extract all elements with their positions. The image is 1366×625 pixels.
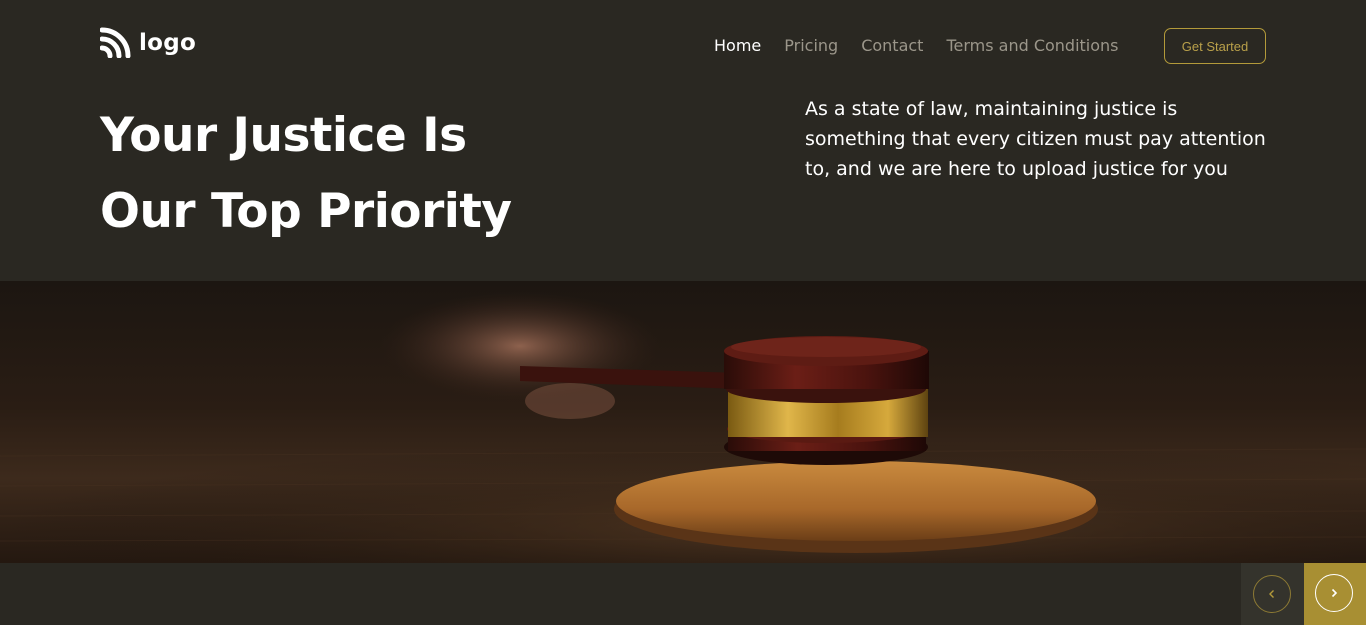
logo[interactable]: logo <box>100 27 196 58</box>
headline-line-2: Our Top Priority <box>100 184 512 239</box>
hero-gavel-image <box>0 281 1366 563</box>
hero-headline: Your Justice Is Our Top Priority <box>100 98 660 250</box>
chevron-right-icon <box>1331 588 1338 598</box>
nav-item-home[interactable]: Home <box>714 36 761 55</box>
nav-item-contact[interactable]: Contact <box>861 36 923 55</box>
get-started-button[interactable]: Get Started <box>1164 28 1266 64</box>
hero-description: As a state of law, maintaining justice i… <box>805 98 1266 180</box>
nav-item-terms[interactable]: Terms and Conditions <box>946 36 1118 55</box>
nav-item-pricing[interactable]: Pricing <box>784 36 838 55</box>
rss-logo-icon <box>100 27 131 58</box>
chevron-left-icon <box>1269 590 1274 598</box>
slider-next-button[interactable] <box>1315 574 1353 612</box>
landing-page: logo Home Pricing Contact Terms and Cond… <box>0 0 1366 625</box>
logo-text: logo <box>139 29 197 56</box>
slider-prev-button[interactable] <box>1253 575 1291 613</box>
headline-line-1: Your Justice Is <box>100 108 467 163</box>
main-nav: Home Pricing Contact Terms and Condition… <box>714 36 1119 55</box>
